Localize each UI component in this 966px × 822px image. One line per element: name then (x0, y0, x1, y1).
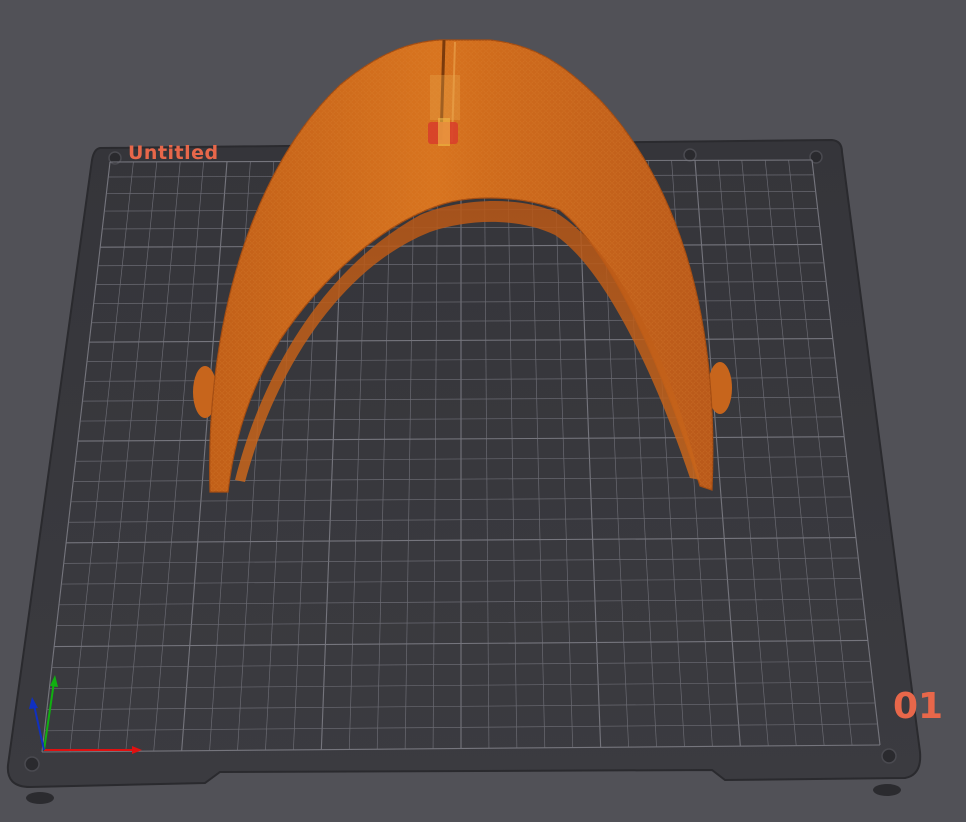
print-bed[interactable] (6, 138, 922, 804)
scene-canvas[interactable] (0, 0, 966, 818)
bed-plate (6, 138, 922, 789)
bed-screw-icon (24, 756, 40, 772)
plate-name-label[interactable]: Untitled (128, 142, 219, 164)
3d-viewport[interactable]: Untitled 01 (0, 0, 966, 818)
bed-screw-icon (683, 148, 697, 162)
bed-foot-right (873, 784, 901, 796)
plate-number-label: 01 (893, 686, 944, 727)
bed-foot-left (26, 792, 54, 804)
bed-screw-icon (881, 748, 897, 764)
